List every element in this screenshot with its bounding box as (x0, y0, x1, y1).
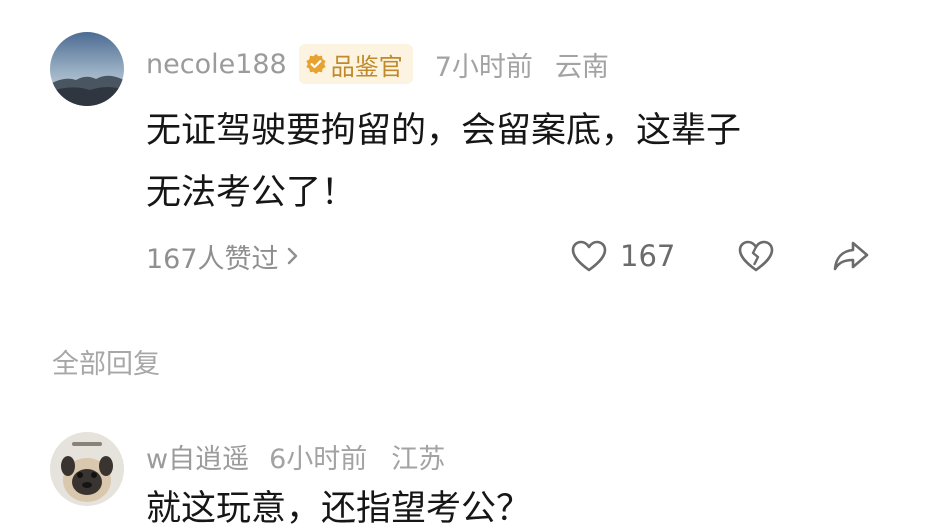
badge-label: 品鉴官 (330, 52, 403, 81)
location: 云南 (554, 51, 609, 83)
reply-text[interactable]: 就这玩意，还指望考公？ (146, 478, 531, 526)
username[interactable]: necole188 (146, 49, 287, 80)
reply-meta: w自逍遥 6小时前 江苏 (146, 436, 445, 476)
liked-by-link[interactable]: 167人赞过 (146, 234, 301, 278)
broken-heart-icon (737, 239, 775, 273)
chevron-right-icon (285, 245, 301, 267)
like-count: 167 (620, 239, 676, 273)
like-button[interactable]: 167 (570, 234, 675, 278)
comment-text[interactable]: 无证驾驶要拘留的，会留案底，这辈子 (146, 100, 741, 162)
location: 江苏 (391, 443, 446, 475)
share-icon (831, 239, 871, 273)
comment-text-continued[interactable]: 无法考公了！ (146, 162, 356, 224)
avatar[interactable] (50, 432, 124, 506)
share-button[interactable] (831, 234, 871, 278)
username[interactable]: w自逍遥 (146, 437, 249, 476)
heart-icon (570, 239, 608, 273)
all-replies-title: 全部回复 (52, 349, 160, 380)
timestamp: 6小时前 (269, 443, 368, 475)
comment-meta: necole188 品鉴官 7小时前 云南 (146, 42, 609, 86)
comment-thread: necole188 品鉴官 7小时前 云南 无证驾驶要拘留的，会留案底，这辈子 … (0, 0, 926, 526)
dislike-button[interactable] (737, 234, 775, 278)
liked-by-label: 167人赞过 (146, 243, 279, 275)
badge[interactable]: 品鉴官 (298, 44, 413, 84)
timestamp: 7小时前 (434, 51, 533, 83)
avatar[interactable] (50, 32, 124, 106)
badge-check-icon (305, 53, 327, 75)
